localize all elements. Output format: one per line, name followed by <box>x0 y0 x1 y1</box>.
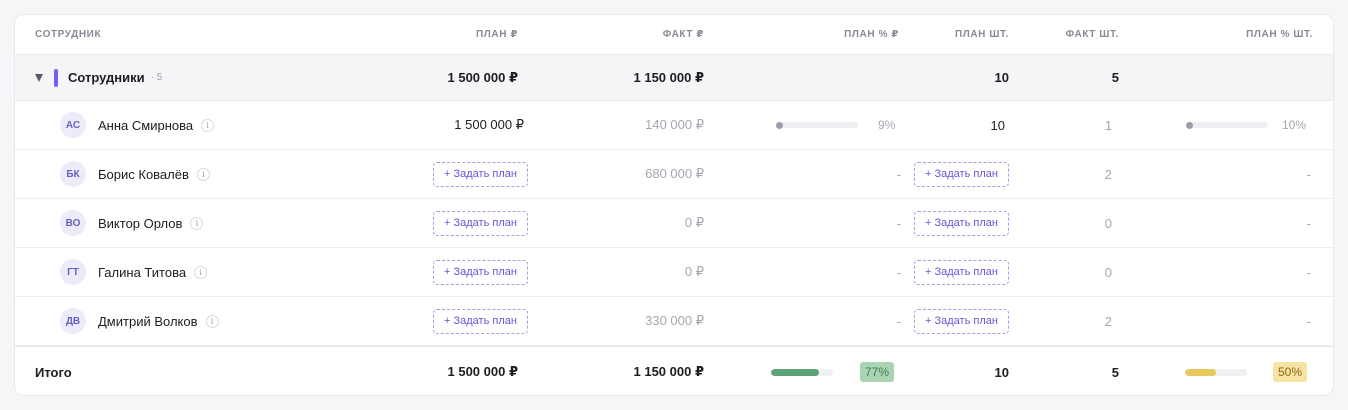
table-header: СОТРУДНИК ПЛАН ₽ ФАКТ ₽ ПЛАН % ₽ ПЛАН ШТ… <box>15 15 1333 55</box>
plan-pct-rub-value: - <box>896 215 901 231</box>
col-fact-rub[interactable]: ФАКТ ₽ <box>515 15 704 54</box>
employee-cell: ДВ Дмитрий Волков i <box>60 297 320 345</box>
fact-pcs-value: 0 <box>1104 264 1112 280</box>
set-plan-button[interactable]: + Задать план <box>433 210 528 236</box>
total-percent-badge: 77% <box>860 362 895 382</box>
fact-rub-value: 680 000 ₽ <box>645 166 704 181</box>
fact-rub-value: 0 ₽ <box>684 264 704 279</box>
plan-pcs-value[interactable]: 10 <box>895 101 1005 149</box>
employee-name[interactable]: Борис Ковалёв <box>98 167 189 182</box>
total-label: Итого <box>35 364 72 380</box>
total-progress-bar <box>1185 368 1247 376</box>
fact-pcs-value: 2 <box>1104 166 1112 182</box>
total-fact-pcs: 5 <box>1111 364 1119 380</box>
total-plan-rub: 1 500 000 ₽ <box>447 364 519 379</box>
plan-pct-rub-value: - <box>896 264 901 280</box>
table-row[interactable]: АС Анна Смирнова i 1 500 000 ₽ 140 000 ₽… <box>15 101 1333 150</box>
total-progress-fill <box>1185 368 1216 376</box>
total-fact-rub: 1 150 000 ₽ <box>633 364 705 379</box>
progress-bar <box>1186 121 1268 129</box>
employee-cell: АС Анна Смирнова i <box>60 101 320 149</box>
plan-pct-rub-cell: 9% <box>776 101 896 149</box>
employee-cell: БК Борис Ковалёв i <box>60 150 320 198</box>
employee-name[interactable]: Галина Титова <box>98 265 186 280</box>
set-plan-button[interactable]: + Задать план <box>914 161 1009 187</box>
group-fact-pcs: 5 <box>1111 70 1119 85</box>
fact-pcs-value: 1 <box>1104 117 1112 133</box>
group-color-marker <box>54 68 58 87</box>
progress-dot <box>776 121 783 129</box>
col-plan-pct-rub[interactable]: ПЛАН % ₽ <box>715 15 899 54</box>
total-percent-badge: 50% <box>1273 362 1308 382</box>
employee-name[interactable]: Дмитрий Волков <box>98 314 198 329</box>
plan-table: СОТРУДНИК ПЛАН ₽ ФАКТ ₽ ПЛАН % ₽ ПЛАН ШТ… <box>14 14 1334 396</box>
total-pct-rub-cell: 77% <box>771 347 901 395</box>
group-plan-pcs: 10 <box>994 70 1009 85</box>
avatar: ВО <box>60 210 86 236</box>
col-fact-pcs[interactable]: ФАКТ ШТ. <box>1005 15 1119 54</box>
info-icon[interactable]: i <box>205 314 219 328</box>
progress-percent: 9% <box>878 118 896 132</box>
fact-rub-value: 0 ₽ <box>684 215 704 230</box>
table-row[interactable]: ВО Виктор Орлов i + Задать план 0 ₽ - + … <box>15 199 1333 248</box>
plan-pct-rub-value: - <box>896 166 901 182</box>
plan-pct-pcs-value: - <box>1306 166 1311 182</box>
col-plan-pcs[interactable]: ПЛАН ШТ. <box>895 15 1009 54</box>
set-plan-button[interactable]: + Задать план <box>914 259 1009 285</box>
collapse-triangle-icon[interactable] <box>35 73 43 82</box>
total-progress-bar <box>771 368 833 376</box>
table-row[interactable]: ГТ Галина Титова i + Задать план 0 ₽ - +… <box>15 248 1333 297</box>
info-icon[interactable]: i <box>190 216 204 230</box>
total-row: Итого 1 500 000 ₽ 1 150 000 ₽ 77% 10 5 5… <box>15 346 1333 395</box>
fact-rub-value: 330 000 ₽ <box>645 313 704 328</box>
fact-pcs-value: 0 <box>1104 215 1112 231</box>
plan-pct-rub-value: - <box>896 313 901 329</box>
group-row[interactable]: Сотрудники · 5 1 500 000 ₽ 1 150 000 ₽ 1… <box>15 55 1333 101</box>
employee-name[interactable]: Виктор Орлов <box>98 216 182 231</box>
table-row[interactable]: ДВ Дмитрий Волков i + Задать план 330 00… <box>15 297 1333 346</box>
set-plan-button[interactable]: + Задать план <box>433 161 528 187</box>
group-name: Сотрудники <box>68 70 145 85</box>
employee-cell: ВО Виктор Орлов i <box>60 199 320 247</box>
plan-pct-pcs-value: - <box>1306 264 1311 280</box>
table-row[interactable]: БК Борис Ковалёв i + Задать план 680 000… <box>15 150 1333 199</box>
group-title: Сотрудники · 5 <box>35 55 335 100</box>
avatar: ДВ <box>60 308 86 334</box>
info-icon[interactable]: i <box>201 118 215 132</box>
total-progress-fill <box>771 368 819 376</box>
progress-percent: 10% <box>1282 118 1307 132</box>
total-plan-pcs: 10 <box>994 364 1009 380</box>
plan-pct-pcs-value: - <box>1306 313 1311 329</box>
col-employee[interactable]: СОТРУДНИК <box>35 15 235 54</box>
group-plan-rub: 1 500 000 ₽ <box>447 69 519 85</box>
avatar: БК <box>60 161 86 187</box>
employee-cell: ГТ Галина Титова i <box>60 248 320 296</box>
group-count: · 5 <box>150 72 163 83</box>
group-fact-rub: 1 150 000 ₽ <box>633 69 705 85</box>
set-plan-button[interactable]: + Задать план <box>433 308 528 334</box>
fact-pcs-value: 2 <box>1104 313 1112 329</box>
avatar: АС <box>60 112 86 138</box>
avatar: ГТ <box>60 259 86 285</box>
total-pct-pcs-cell: 50% <box>1185 347 1315 395</box>
col-plan-rub[interactable]: ПЛАН ₽ <box>315 15 518 54</box>
progress-dot <box>1186 121 1193 129</box>
employee-name[interactable]: Анна Смирнова <box>98 118 193 133</box>
set-plan-button[interactable]: + Задать план <box>914 308 1009 334</box>
plan-pct-pcs-value: - <box>1306 215 1311 231</box>
col-plan-pct-pcs[interactable]: ПЛАН % ШТ. <box>1125 15 1313 54</box>
set-plan-button[interactable]: + Задать план <box>914 210 1009 236</box>
plan-rub-value[interactable]: 1 500 000 ₽ <box>315 101 524 149</box>
plan-pct-pcs-cell: 10% <box>1186 101 1316 149</box>
info-icon[interactable]: i <box>194 265 208 279</box>
info-icon[interactable]: i <box>196 167 210 181</box>
progress-bar <box>776 121 858 129</box>
set-plan-button[interactable]: + Задать план <box>433 259 528 285</box>
fact-rub-value: 140 000 ₽ <box>645 117 704 132</box>
